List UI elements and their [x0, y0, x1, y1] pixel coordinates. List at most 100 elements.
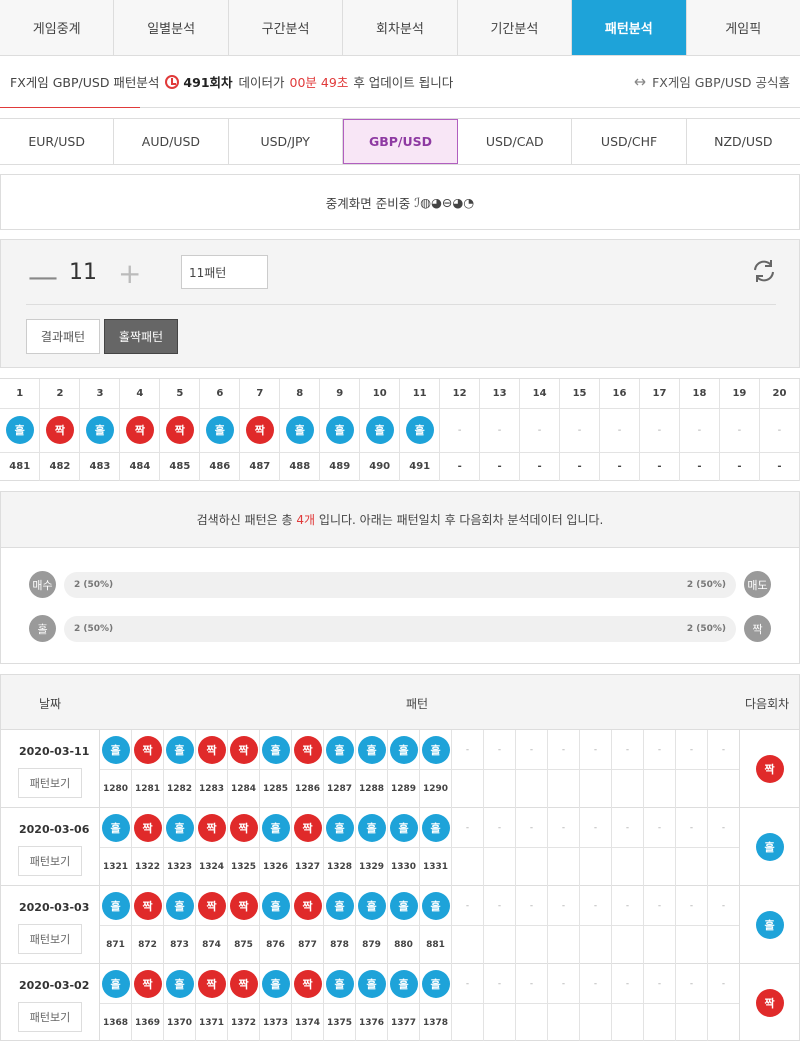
history-ball-cell: -: [548, 886, 580, 926]
history-round-cell: [708, 848, 740, 886]
currency-usdchf[interactable]: USD/CHF: [572, 119, 687, 164]
history-ball-cell: -: [452, 808, 484, 848]
history-round-cell: 1372: [228, 1004, 260, 1041]
history-ball-cell: 짝: [132, 730, 164, 770]
tab-daily[interactable]: 일별분석: [114, 0, 229, 55]
history-next-cell: 짝: [739, 730, 799, 808]
history-date: 2020-03-06: [19, 823, 90, 836]
history-pattern-cells: 홀 1321 짝 1322 홀 1323 짝 1324 짝 1325 홀 1326 짝 1327 홀 1328…: [99, 808, 740, 886]
odd-ball: 홀: [165, 813, 194, 842]
pattern-round-cell: 483: [79, 452, 121, 481]
history-round-cell: [484, 926, 516, 964]
history-date: 2020-03-11: [19, 745, 90, 758]
pattern-count: 11: [69, 260, 97, 285]
history-ball-cell: 홀: [420, 964, 452, 1004]
currency-usdjpy[interactable]: USD/JPY: [229, 119, 343, 164]
currency-gbpusd[interactable]: GBP/USD: [342, 119, 459, 164]
odd-ball: 홀: [405, 416, 434, 444]
pattern-col-header: 9: [319, 379, 361, 409]
history-round-cell: 1331: [420, 848, 452, 886]
tab-round[interactable]: 회차분석: [343, 0, 458, 55]
history-round-cell: 1370: [164, 1004, 196, 1041]
sell-label: 매도: [744, 571, 771, 598]
buy-sell-bar: 2 (50%) 2 (50%): [64, 572, 736, 598]
history-round-cell: 1324: [196, 848, 228, 886]
tab-pick[interactable]: 게임픽: [686, 0, 800, 55]
pattern-ball-cell: -: [719, 408, 760, 453]
history-round-cell: [516, 770, 548, 808]
increment-button[interactable]: +: [118, 257, 141, 290]
update-timer: 00분 49초: [289, 75, 349, 90]
pattern-round-cell: 481: [0, 452, 41, 481]
history-round-cell: 1286: [292, 770, 324, 808]
odd-ball: 홀: [325, 813, 354, 842]
even-ball: 짝: [245, 416, 274, 444]
currency-usdcad[interactable]: USD/CAD: [458, 119, 573, 164]
tab-period[interactable]: 기간분석: [457, 0, 573, 55]
history-round-cell: 1323: [164, 848, 196, 886]
odd-ball: 홀: [101, 891, 130, 920]
next-round-ball: 홀: [755, 833, 784, 861]
history-round-cell: [580, 1004, 612, 1041]
history-ball-cell: 짝: [228, 964, 260, 1004]
history-ball-cell: -: [484, 964, 516, 1004]
odd-ball: 홀: [165, 891, 194, 920]
history-ball-cell: -: [484, 886, 516, 926]
view-pattern-button[interactable]: 패턴보기: [18, 1002, 82, 1032]
history-round-cell: 1375: [324, 1004, 356, 1041]
history-date: 2020-03-02: [19, 979, 90, 992]
empty-dash: -: [777, 424, 782, 436]
empty-dash: -: [457, 424, 462, 436]
tab-live[interactable]: 게임중계: [0, 0, 115, 55]
pattern-col-header: 13: [479, 379, 521, 409]
history-ball-cell: -: [612, 808, 644, 848]
tab-pattern[interactable]: 패턴분석: [572, 0, 687, 55]
view-pattern-button[interactable]: 패턴보기: [18, 924, 82, 954]
history-round-cell: [644, 1004, 676, 1041]
status-text: 중계화면 준비중: [325, 195, 411, 211]
currency-audusd[interactable]: AUD/USD: [114, 119, 229, 164]
view-pattern-button[interactable]: 패턴보기: [18, 768, 82, 798]
official-link[interactable]: FX게임 GBP/USD 공식홈: [633, 72, 790, 91]
history-ball-cell: 짝: [132, 808, 164, 848]
history-round-cell: 1321: [100, 848, 132, 886]
pattern-round-cell: 484: [119, 452, 161, 481]
currency-nzdusd[interactable]: NZD/USD: [687, 119, 800, 164]
result-pattern-button[interactable]: 결과패턴: [26, 319, 100, 354]
pattern-col-header: 17: [639, 379, 680, 409]
history-round-cell: [708, 1004, 740, 1041]
history-ball-cell: -: [452, 886, 484, 926]
pattern-round-cell: -: [599, 452, 640, 481]
history-round-cell: [484, 1004, 516, 1041]
pattern-round-cell: -: [759, 452, 800, 481]
even-ball: 짝: [133, 813, 162, 842]
history-ball-cell: 짝: [196, 808, 228, 848]
clock-icon: [165, 74, 180, 89]
history-round-cell: [708, 926, 740, 964]
currency-eurusd[interactable]: EUR/USD: [0, 119, 115, 164]
decrement-button[interactable]: —: [28, 260, 58, 295]
history-round-cell: [612, 926, 644, 964]
refresh-icon[interactable]: [750, 257, 778, 285]
history-round-cell: 1373: [260, 1004, 292, 1041]
history-round-cell: 876: [260, 926, 292, 964]
odd-ball: 홀: [261, 891, 290, 920]
history-round-cell: 1288: [356, 770, 388, 808]
pattern-ball-row: 홀짝홀짝짝홀짝홀홀홀홀---------: [0, 408, 800, 453]
even-ball: 짝: [165, 416, 194, 444]
tab-range[interactable]: 구간분석: [228, 0, 344, 55]
history-ball-cell: 짝: [292, 964, 324, 1004]
pattern-count-select[interactable]: 11패턴: [181, 255, 268, 289]
view-pattern-button[interactable]: 패턴보기: [18, 846, 82, 876]
history-ball-cell: -: [452, 730, 484, 770]
history-ball-cell: 짝: [132, 964, 164, 1004]
oddeven-pattern-button[interactable]: 홀짝패턴: [104, 319, 178, 354]
history-ball-cell: 홀: [356, 730, 388, 770]
history-ball-cell: 홀: [100, 886, 132, 926]
odd-ball: 홀: [389, 735, 418, 764]
pattern-round-row: 481 482 483 484 485 486 487 488 489 490 491- - - - - - -…: [0, 452, 800, 481]
pattern-col-header: 2: [39, 379, 81, 409]
pattern-round-cell: 488: [279, 452, 321, 481]
pattern-col-header: 6: [199, 379, 241, 409]
history-round-cell: 1371: [196, 1004, 228, 1041]
